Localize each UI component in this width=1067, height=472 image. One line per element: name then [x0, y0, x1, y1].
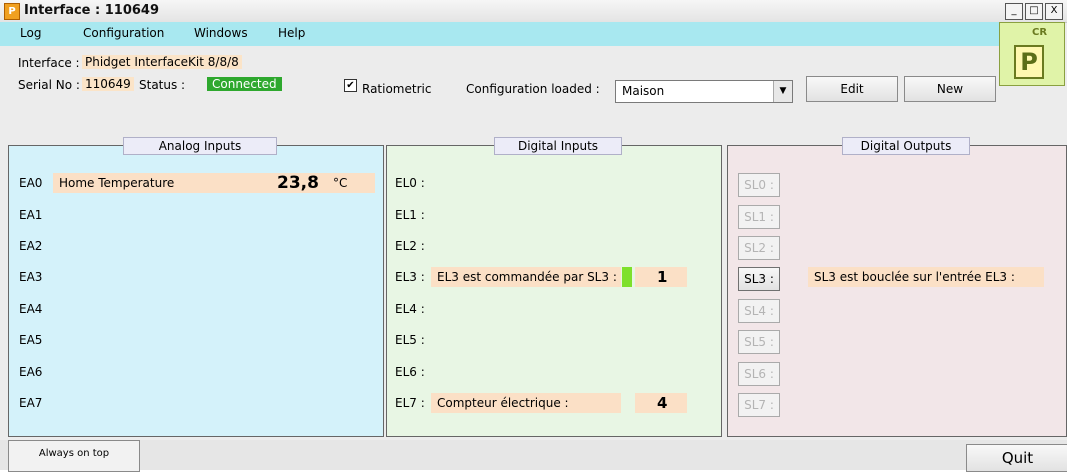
digital-input-value-box: 1 [635, 267, 687, 287]
digital-input-value: 1 [657, 268, 668, 286]
digital-input-id: EL0 : [395, 176, 425, 190]
config-label: Configuration loaded : [466, 82, 600, 96]
digital-input-id: EL4 : [395, 302, 425, 316]
config-select[interactable]: Maison ▼ [615, 80, 793, 103]
digital-outputs-title: Digital Outputs [842, 137, 970, 155]
digital-input-value-box: 4 [635, 393, 687, 413]
ratiometric-label: Ratiometric [362, 82, 432, 96]
serial-value: 110649 [82, 77, 134, 91]
menu-help[interactable]: Help [278, 26, 305, 40]
window-controls: _ □ X [1005, 3, 1063, 20]
digital-inputs-panel: Digital Inputs EL0 : EL1 : EL2 : EL3 : E… [386, 137, 722, 437]
menu-bar: Log Configuration Windows Help [0, 22, 1000, 46]
edit-button[interactable]: Edit [806, 76, 898, 102]
minimize-icon[interactable]: _ [1005, 3, 1023, 20]
digital-input-id: EL3 : [395, 270, 425, 284]
analog-row-id: EA4 [19, 302, 43, 316]
digital-inputs-title: Digital Inputs [494, 137, 622, 155]
output-button-sl0[interactable]: SL0 : [738, 173, 780, 197]
analog-row-id: EA6 [19, 365, 43, 379]
digital-input-id: EL1 : [395, 208, 425, 222]
output-button-sl5[interactable]: SL5 : [738, 330, 780, 354]
analog-value-box: 23,8 °C [263, 173, 375, 193]
app-icon: P [4, 3, 20, 20]
analog-row-name: Home Temperature [59, 176, 175, 190]
output-button-sl7[interactable]: SL7 : [738, 393, 780, 417]
digital-input-name-box: Compteur électrique : [431, 393, 621, 413]
logo-text: CR [1032, 27, 1048, 38]
analog-row-unit: °C [333, 176, 348, 190]
menu-configuration[interactable]: Configuration [83, 26, 164, 40]
digital-input-id: EL7 : [395, 396, 425, 410]
analog-row-id: EA1 [19, 208, 43, 222]
digital-input-id: EL2 : [395, 239, 425, 253]
quit-button[interactable]: Quit [966, 444, 1067, 472]
digital-input-name: EL3 est commandée par SL3 : [437, 270, 617, 284]
analog-row-id: EA2 [19, 239, 43, 253]
digital-output-name: SL3 est bouclée sur l'entrée EL3 : [814, 270, 1015, 284]
analog-row-id: EA7 [19, 396, 43, 410]
status-label: Status : [139, 78, 186, 92]
digital-input-id: EL5 : [395, 333, 425, 347]
analog-row-id: EA3 [19, 270, 43, 284]
maximize-icon[interactable]: □ [1025, 3, 1043, 20]
analog-inputs-title: Analog Inputs [123, 137, 277, 155]
logo-letter: P [1014, 45, 1044, 79]
app-window: P Interface : 110649 _ □ X Log Configura… [0, 0, 1067, 472]
analog-name-box: Home Temperature [53, 173, 263, 193]
bottom-bar: Always on top Quit [0, 440, 1067, 472]
app-logo: CR P [999, 22, 1065, 86]
chevron-down-icon[interactable]: ▼ [773, 81, 792, 102]
digital-input-value: 4 [657, 394, 668, 412]
output-button-sl4[interactable]: SL4 : [738, 299, 780, 323]
always-on-top-button[interactable]: Always on top [8, 440, 140, 472]
new-button[interactable]: New [904, 76, 996, 102]
state-indicator [622, 267, 632, 287]
config-select-value: Maison [622, 84, 665, 98]
digital-output-name-box: SL3 est bouclée sur l'entrée EL3 : [808, 267, 1044, 287]
close-icon[interactable]: X [1045, 3, 1063, 20]
digital-input-name: Compteur électrique : [437, 396, 569, 410]
analog-row-id: EA5 [19, 333, 43, 347]
digital-input-name-box: EL3 est commandée par SL3 : [431, 267, 621, 287]
ratiometric-checkbox[interactable]: ✔ [344, 79, 357, 92]
output-button-sl2[interactable]: SL2 : [738, 236, 780, 260]
title-bar: P Interface : 110649 _ □ X [0, 0, 1067, 23]
interface-label: Interface : [18, 56, 80, 70]
interface-value: Phidget InterfaceKit 8/8/8 [82, 55, 242, 69]
digital-input-id: EL6 : [395, 365, 425, 379]
menu-log[interactable]: Log [20, 26, 41, 40]
analog-row-id: EA0 [19, 176, 43, 190]
analog-inputs-panel: Analog Inputs EA0 Home Temperature 23,8 … [8, 137, 384, 437]
menu-windows[interactable]: Windows [194, 26, 248, 40]
output-button-sl6[interactable]: SL6 : [738, 362, 780, 386]
output-button-sl1[interactable]: SL1 : [738, 205, 780, 229]
serial-label: Serial No : [18, 78, 80, 92]
status-badge: Connected [207, 77, 282, 91]
digital-outputs-panel: Digital Outputs SL0 : SL1 : SL2 : SL3 : … [727, 137, 1067, 437]
window-title: Interface : 110649 [24, 3, 160, 18]
output-button-sl3[interactable]: SL3 : [738, 267, 780, 291]
analog-row-value: 23,8 [277, 173, 319, 193]
